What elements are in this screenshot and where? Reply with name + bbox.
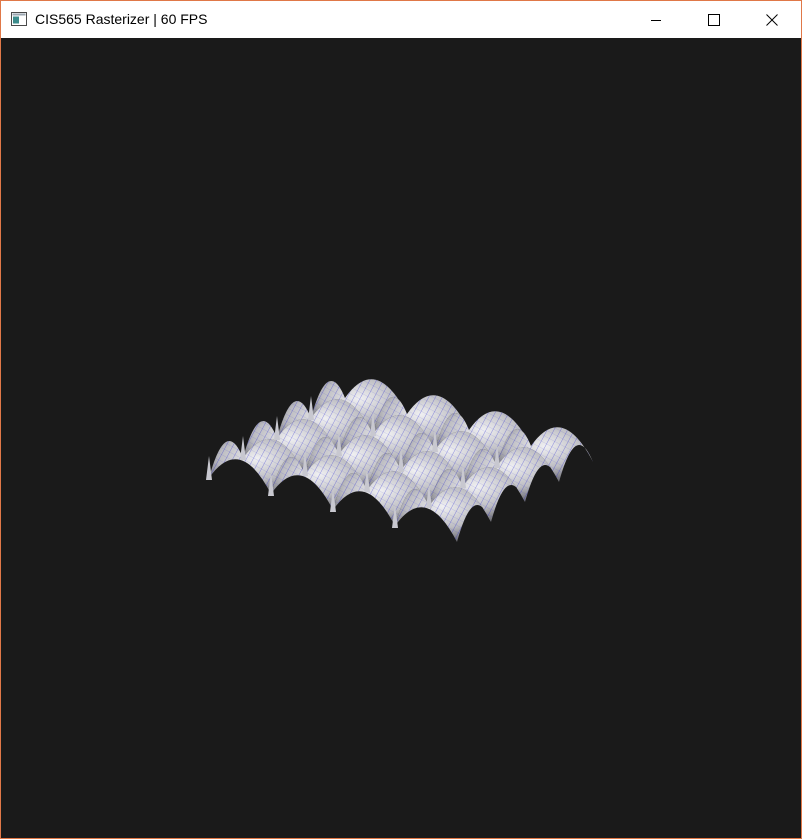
window-controls bbox=[627, 1, 801, 38]
close-icon bbox=[766, 13, 778, 26]
app-window: CIS565 Rasterizer | 60 FPS bbox=[0, 0, 802, 839]
surface-spike bbox=[274, 416, 280, 440]
maximize-button[interactable] bbox=[685, 1, 743, 38]
surface-spike bbox=[206, 456, 212, 480]
surface-spike bbox=[308, 396, 314, 420]
window-title: CIS565 Rasterizer | 60 FPS bbox=[35, 11, 208, 27]
maximize-icon bbox=[708, 13, 720, 26]
surface-spike bbox=[240, 436, 246, 460]
minimize-icon bbox=[651, 19, 661, 21]
title-bar[interactable]: CIS565 Rasterizer | 60 FPS bbox=[1, 1, 801, 38]
render-viewport[interactable] bbox=[1, 38, 801, 838]
console-window-icon bbox=[11, 12, 27, 26]
rendered-3d-surface bbox=[206, 379, 593, 542]
close-button[interactable] bbox=[743, 1, 801, 38]
minimize-button[interactable] bbox=[627, 1, 685, 38]
